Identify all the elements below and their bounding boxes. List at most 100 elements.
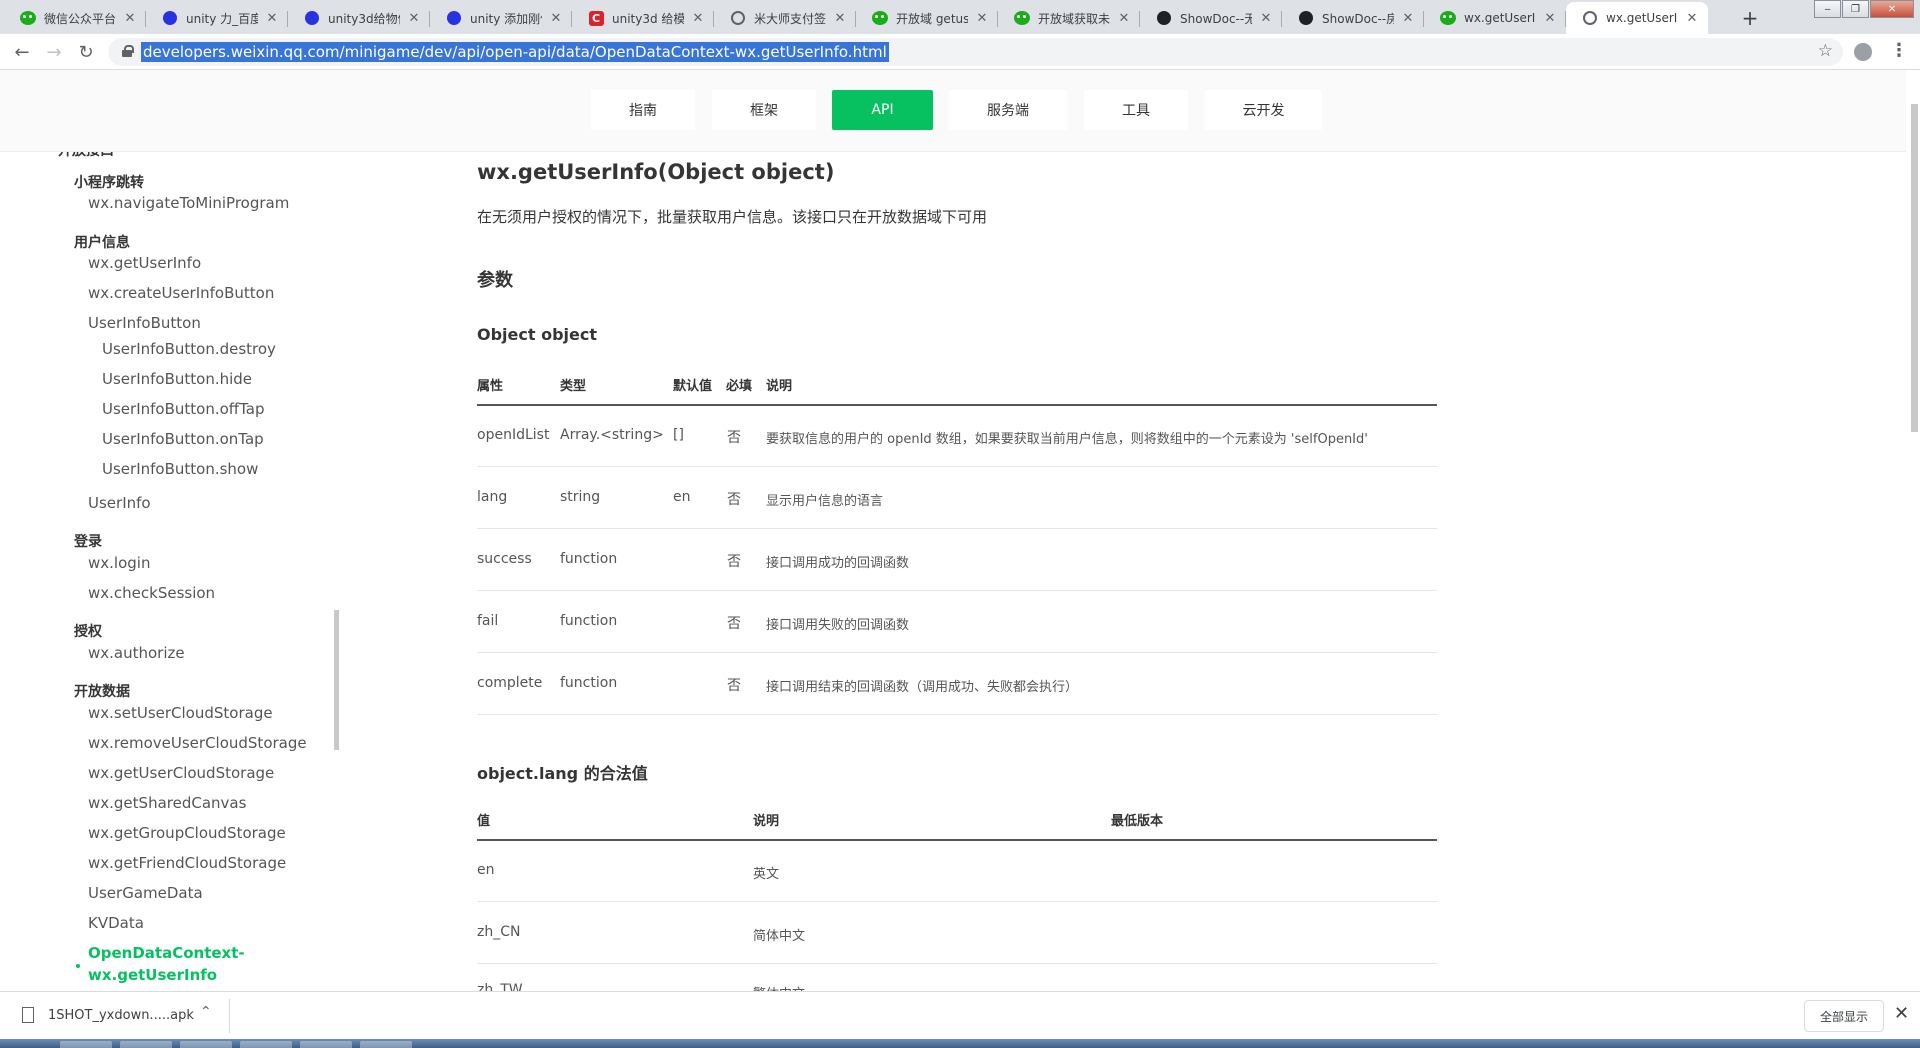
- wechat-icon: [1440, 10, 1456, 26]
- address-bar[interactable]: developers.weixin.qq.com/minigame/dev/ap…: [108, 38, 1843, 66]
- sidebar-item-get-user-info[interactable]: wx.getUserInfo: [88, 254, 201, 272]
- tab-close-icon[interactable]: ✕: [1400, 10, 1416, 26]
- browser-menu-icon[interactable]: ⋮: [1890, 40, 1908, 61]
- sidebar-item-navigate-to-miniprogram[interactable]: wx.navigateToMiniProgram: [88, 194, 289, 212]
- table-cell: 否: [727, 430, 741, 446]
- browser-tab[interactable]: ShowDoc--房 ✕: [1282, 2, 1424, 34]
- taskbar-button[interactable]: [360, 1041, 412, 1048]
- taskbar-button[interactable]: [180, 1041, 232, 1048]
- tab-close-icon[interactable]: ✕: [406, 10, 422, 26]
- tab-close-icon[interactable]: ✕: [690, 10, 706, 26]
- sidebar-item-create-user-info-button[interactable]: wx.createUserInfoButton: [88, 284, 274, 302]
- page-scrollbar[interactable]: [1911, 104, 1918, 432]
- browser-tab[interactable]: unity 添加刚体 ✕: [430, 2, 572, 34]
- tab-close-icon[interactable]: ✕: [1542, 10, 1558, 26]
- browser-tab[interactable]: Cunity3d 给模型 ✕: [572, 2, 714, 34]
- tab-close-icon[interactable]: ✕: [974, 10, 990, 26]
- browser-tab[interactable]: 微信公众平台 ✕: [4, 2, 146, 34]
- download-bar: 1SHOT_yxdown.....apk ⌃ 全部显示 ✕: [0, 991, 1920, 1039]
- url-text[interactable]: developers.weixin.qq.com/minigame/dev/ap…: [141, 42, 889, 62]
- sidebar-item-uib-show[interactable]: UserInfoButton.show: [102, 460, 258, 478]
- browser-tab[interactable]: 开放域获取未授 ✕: [998, 2, 1140, 34]
- download-item[interactable]: 1SHOT_yxdown.....apk: [48, 1008, 194, 1023]
- table-header-divider: [477, 839, 1437, 841]
- table-cell: 接口调用结束的回调函数（调用成功、失败都会执行）: [766, 680, 1079, 695]
- baidu-icon: [162, 10, 178, 26]
- showdoc-icon: [1156, 10, 1172, 26]
- tab-strip: 微信公众平台✕unity 力_百度搜✕unity3d给物体✕unity 添加刚体…: [0, 0, 1920, 34]
- profile-avatar[interactable]: [1854, 43, 1872, 61]
- browser-tab[interactable]: ShowDoc--无 ✕: [1140, 2, 1282, 34]
- active-indicator-dot: [76, 964, 80, 968]
- nav-cloud-dev[interactable]: 云开发: [1205, 90, 1322, 130]
- sidebar-item-wx-login[interactable]: wx.login: [88, 554, 150, 572]
- sidebar-item-get-group-cloud-storage[interactable]: wx.getGroupCloudStorage: [88, 824, 286, 842]
- taskbar-button[interactable]: [60, 1041, 112, 1048]
- taskbar-button[interactable]: [120, 1041, 172, 1048]
- minimize-button[interactable]: ‒: [1814, 0, 1841, 18]
- sidebar-item-open-data-context-get-user-info-line2[interactable]: wx.getUserInfo: [88, 966, 217, 984]
- sidebar-item-kv-data[interactable]: KVData: [88, 914, 144, 932]
- csdn-icon: C: [588, 10, 604, 26]
- browser-tab[interactable]: unity 力_百度搜 ✕: [146, 2, 288, 34]
- forward-icon[interactable]: →: [40, 38, 68, 66]
- sidebar-item-open-data-context-get-user-info[interactable]: OpenDataContext-: [88, 944, 245, 962]
- nav-api[interactable]: API: [832, 90, 933, 130]
- browser-tab[interactable]: wx.getUserInf ✕: [1424, 2, 1566, 34]
- sidebar-item-uib-ontap[interactable]: UserInfoButton.onTap: [102, 430, 264, 448]
- browser-tab[interactable]: unity3d给物体 ✕: [288, 2, 430, 34]
- sidebar-group-open-data: 开放数据: [74, 684, 130, 700]
- sidebar-item-user-info-button[interactable]: UserInfoButton: [88, 314, 201, 332]
- tab-title: unity3d给物体: [328, 11, 400, 26]
- table-header-cell: 说明: [753, 814, 780, 829]
- table-row-divider: [477, 528, 1437, 529]
- file-icon: [22, 1007, 34, 1023]
- tab-close-icon[interactable]: ✕: [264, 10, 280, 26]
- sidebar-item-get-user-cloud-storage[interactable]: wx.getUserCloudStorage: [88, 764, 274, 782]
- browser-tab[interactable]: 米大师支付签名 ✕: [714, 2, 856, 34]
- browser-tab[interactable]: wx.getUserInf ✕: [1566, 2, 1708, 34]
- nav-framework[interactable]: 框架: [712, 90, 816, 130]
- nav-guide[interactable]: 指南: [591, 90, 695, 130]
- tab-title: wx.getUserInf: [1464, 11, 1536, 25]
- sidebar-item-get-friend-cloud-storage[interactable]: wx.getFriendCloudStorage: [88, 854, 286, 872]
- new-tab-button[interactable]: +: [1738, 6, 1762, 30]
- tab-close-icon[interactable]: ✕: [832, 10, 848, 26]
- tab-close-icon[interactable]: ✕: [1684, 10, 1700, 26]
- wechat-icon: [872, 10, 888, 26]
- globe-icon: [730, 10, 746, 26]
- tab-close-icon[interactable]: ✕: [548, 10, 564, 26]
- bookmark-star-icon[interactable]: ☆: [1818, 41, 1833, 61]
- sidebar-item-user-game-data[interactable]: UserGameData: [88, 884, 203, 902]
- os-taskbar: [0, 1039, 1920, 1048]
- table-cell: 显示用户信息的语言: [766, 494, 884, 509]
- sidebar-item-remove-user-cloud-storage[interactable]: wx.removeUserCloudStorage: [88, 734, 307, 752]
- close-window-button[interactable]: ✕: [1870, 0, 1914, 18]
- taskbar-button[interactable]: [240, 1041, 292, 1048]
- taskbar-button[interactable]: [300, 1041, 352, 1048]
- table-cell: Array.<string>: [560, 427, 664, 443]
- sidebar-item-wx-authorize[interactable]: wx.authorize: [88, 644, 185, 662]
- sidebar-item-uib-hide[interactable]: UserInfoButton.hide: [102, 370, 252, 388]
- sidebar-item-check-session[interactable]: wx.checkSession: [88, 584, 215, 602]
- nav-tools[interactable]: 工具: [1084, 90, 1188, 130]
- tab-title: 米大师支付签名: [754, 11, 826, 26]
- nav-server[interactable]: 服务端: [949, 90, 1067, 130]
- sidebar-item-uib-offtap[interactable]: UserInfoButton.offTap: [102, 400, 265, 418]
- tab-close-icon[interactable]: ✕: [1116, 10, 1132, 26]
- sidebar-scrollbar[interactable]: [334, 610, 339, 750]
- back-icon[interactable]: ←: [8, 38, 36, 66]
- reload-icon[interactable]: ↻: [72, 38, 100, 66]
- close-icon[interactable]: ✕: [1894, 1003, 1909, 1024]
- maximize-button[interactable]: ❐: [1842, 0, 1869, 18]
- show-all-button[interactable]: 全部显示: [1804, 1000, 1884, 1032]
- tab-close-icon[interactable]: ✕: [122, 10, 138, 26]
- browser-tab[interactable]: 开放域 getuse ✕: [856, 2, 998, 34]
- sidebar-item-user-info[interactable]: UserInfo: [88, 494, 151, 512]
- sidebar-item-uib-destroy[interactable]: UserInfoButton.destroy: [102, 340, 276, 358]
- table-cell: 接口调用成功的回调函数: [766, 556, 910, 571]
- sidebar-item-get-shared-canvas[interactable]: wx.getSharedCanvas: [88, 794, 246, 812]
- chevron-up-icon[interactable]: ⌃: [200, 1004, 212, 1020]
- sidebar-item-set-user-cloud-storage[interactable]: wx.setUserCloudStorage: [88, 704, 273, 722]
- tab-close-icon[interactable]: ✕: [1258, 10, 1274, 26]
